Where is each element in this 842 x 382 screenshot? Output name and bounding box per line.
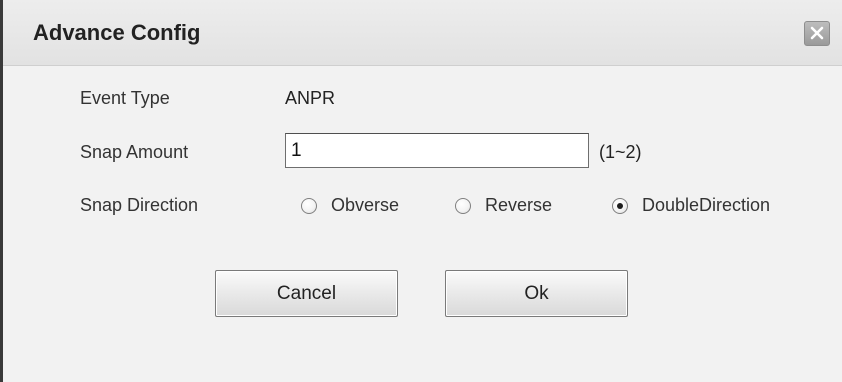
radio-obverse-button[interactable] bbox=[301, 197, 317, 214]
cancel-button[interactable]: Cancel bbox=[215, 270, 398, 317]
ok-button[interactable]: Ok bbox=[445, 270, 628, 317]
radio-doubledirection-button[interactable] bbox=[612, 197, 628, 214]
radio-doubledirection-label: DoubleDirection bbox=[642, 195, 771, 215]
snap-direction-label: Snap Direction bbox=[80, 195, 199, 215]
event-type-value: ANPR bbox=[285, 88, 336, 108]
radio-reverse-label: Reverse bbox=[485, 195, 553, 215]
event-type-label: Event Type bbox=[80, 88, 170, 108]
close-icon bbox=[810, 26, 824, 40]
snap-amount-input[interactable] bbox=[285, 133, 589, 168]
snap-amount-range-hint: (1~2) bbox=[599, 142, 642, 162]
radio-reverse[interactable]: Reverse bbox=[455, 195, 552, 216]
dialog-title: Advance Config bbox=[33, 20, 201, 45]
radio-obverse-label: Obverse bbox=[331, 195, 400, 215]
snap-amount-label: Snap Amount bbox=[80, 142, 189, 162]
advance-config-dialog: Advance Config Event Type ANPR Snap Amou… bbox=[0, 0, 842, 382]
radio-obverse[interactable]: Obverse bbox=[301, 195, 399, 216]
radio-reverse-button[interactable] bbox=[455, 197, 471, 214]
dialog-titlebar: Advance Config bbox=[3, 0, 842, 66]
radio-doubledirection[interactable]: DoubleDirection bbox=[612, 195, 770, 216]
close-button[interactable] bbox=[804, 21, 830, 46]
